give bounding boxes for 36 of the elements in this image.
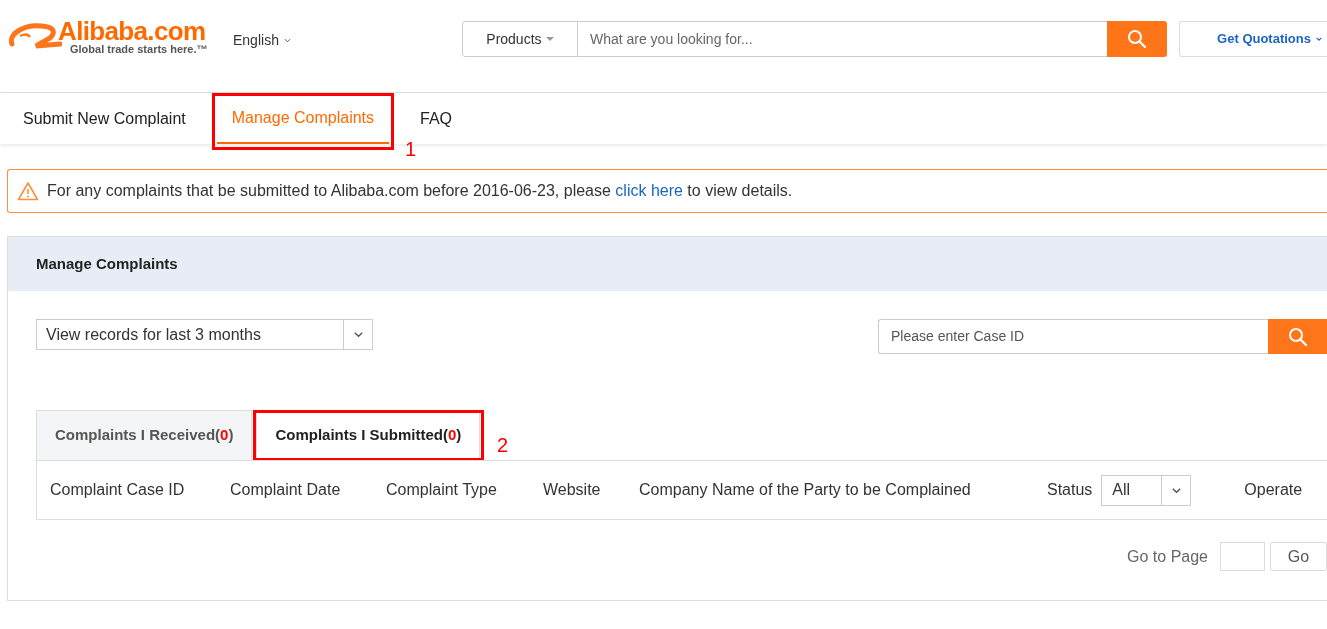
period-dropdown[interactable]: View records for last 3 months [36,319,373,350]
warning-icon [17,181,39,201]
search-field[interactable]: What are you looking for... [577,21,1107,57]
column-header: Complaint Case ID [50,480,186,500]
chevron-icon [282,36,292,45]
logo[interactable]: Alibaba.com Global trade starts here.™ [6,18,219,55]
annotation-number: 1 [404,139,417,159]
panel-header: Manage Complaints [8,237,1327,291]
page-field[interactable] [1220,542,1265,571]
search-icon [1287,326,1308,347]
go-button[interactable]: Go [1270,542,1327,571]
case-id-field[interactable]: Please enter Case ID [878,319,1268,354]
chevron-icon [1315,35,1323,43]
details-link[interactable]: click here [615,182,683,199]
search-button[interactable] [1268,319,1327,354]
column-header: Website [543,480,602,500]
page-label: Go to Page [1127,546,1208,567]
search-icon [1127,29,1147,49]
column-header: Complaint Date [230,480,342,500]
status-dropdown[interactable]: All [1101,474,1192,506]
caret-icon [545,37,554,41]
column-header: Operate [1244,480,1303,500]
nav-tab[interactable]: FAQ [419,93,454,144]
language-selector[interactable]: English [233,30,292,51]
column-header: Company Name of the Party to be Complained [639,480,972,500]
column-header: Complaint Type [386,480,498,500]
nav-tab[interactable]: Submit New Complaint [22,93,187,144]
get-quotations-button[interactable]: Get Quotations [1179,21,1327,57]
complaints-tab[interactable]: Complaints I Received(0) [36,410,253,460]
column-header: Status [1047,480,1093,500]
search-button[interactable] [1107,21,1167,57]
notice-text: For any complaints that be submitted to Alibaba.com before 2016-06-23, please click here to view details. [47,181,793,201]
logo-wordmark: Alibaba.com [58,18,206,44]
annotation-number: 2 [497,435,509,455]
logo-tagline: Global trade starts here.™ [70,44,208,55]
category-dropdown[interactable]: Products [461,21,578,57]
